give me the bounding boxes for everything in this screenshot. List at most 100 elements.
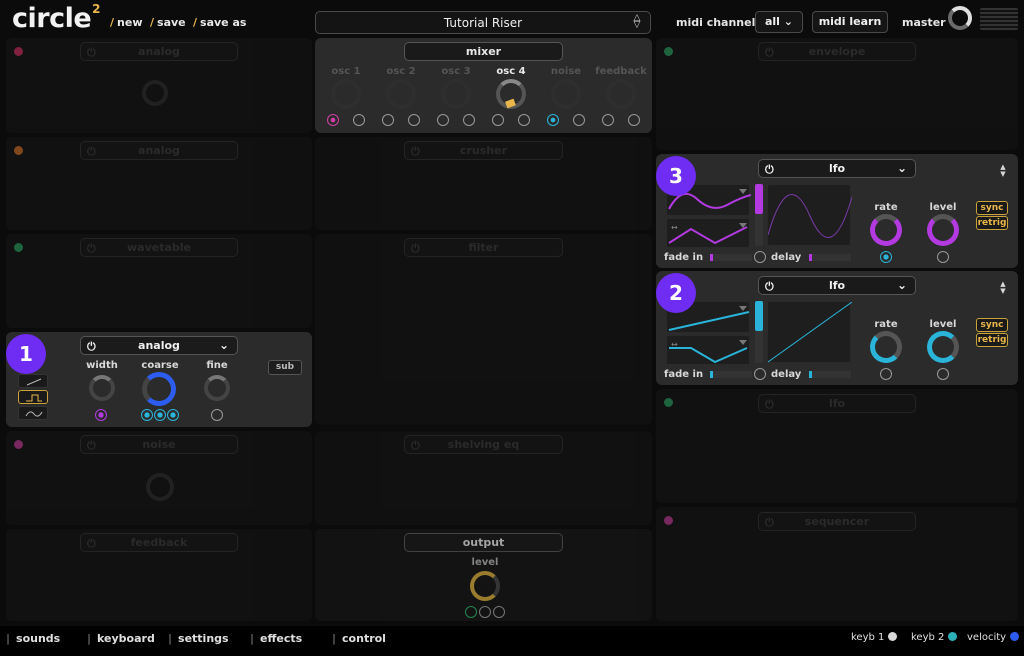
retrig-button[interactable]: retrig — [976, 216, 1008, 230]
module-type-select[interactable]: ⏻ wavetable — [80, 238, 238, 257]
mixer-mod-slot[interactable] — [547, 114, 559, 126]
mixer-channel-knob[interactable] — [606, 79, 636, 109]
module-type-select[interactable]: ⏻ noise — [80, 435, 238, 454]
svg-text:↔: ↔ — [671, 223, 678, 232]
rate-knob[interactable] — [870, 331, 902, 363]
nav-effects[interactable]: | effects — [250, 632, 302, 645]
mixer-channel: osc 1 — [319, 64, 373, 133]
noise-module: ⏻ noise — [6, 431, 312, 525]
rate-mod-slot[interactable] — [880, 368, 892, 380]
lfo-module-4: ⏻ lfo — [656, 389, 1018, 503]
delay-slider[interactable] — [809, 371, 851, 378]
nav-control[interactable]: | control — [332, 632, 386, 645]
mixer-channel-knob[interactable] — [441, 79, 471, 109]
save-link[interactable]: / save — [150, 16, 186, 29]
width-mod-slot[interactable] — [95, 409, 107, 421]
module-type-select[interactable]: ⏻ crusher — [404, 141, 563, 160]
chevron-down-icon: ⌄ — [896, 278, 907, 292]
power-icon: ⏻ — [87, 537, 96, 550]
coarse-knob[interactable] — [142, 372, 176, 406]
square-wave-button[interactable] — [18, 390, 48, 404]
delay-label: delay — [771, 369, 802, 380]
coarse-mod-slot-3[interactable] — [167, 409, 179, 421]
new-link[interactable]: / new — [110, 16, 143, 29]
nav-settings[interactable]: | settings — [168, 632, 229, 645]
preset-selector[interactable]: Tutorial Riser △ ▽ — [315, 11, 651, 34]
osc-module-1: ⏻ analog — [6, 38, 312, 133]
level-knob[interactable] — [927, 214, 959, 246]
mixer-mod-slot[interactable] — [518, 114, 530, 126]
delay-slider[interactable] — [809, 254, 851, 261]
rate-knob[interactable] — [870, 214, 902, 246]
nav-sounds[interactable]: | sounds — [6, 632, 60, 645]
module-type-select[interactable]: ⏻ envelope — [758, 42, 916, 61]
lfo-polarity-selector[interactable]: ↔ — [666, 335, 750, 365]
sine-wave-button[interactable] — [18, 406, 48, 420]
retrig-button[interactable]: retrig — [976, 333, 1008, 347]
save-as-link[interactable]: / save as — [193, 16, 246, 29]
app-logo: circle2 — [12, 2, 101, 34]
module-type-select[interactable]: ⏻ shelving eq — [404, 435, 563, 454]
mixer-mod-slot[interactable] — [463, 114, 475, 126]
coarse-mod-slot-2[interactable] — [154, 409, 166, 421]
fade-in-slider[interactable] — [710, 371, 752, 378]
module-type-select[interactable]: ⏻ lfo — [758, 394, 916, 413]
status-dot — [664, 516, 673, 525]
mixer-mod-slot[interactable] — [602, 114, 614, 126]
sync-button[interactable]: sync — [976, 318, 1008, 332]
level-mod-slot[interactable] — [937, 251, 949, 263]
module-type-select[interactable]: ⏻ filter — [404, 238, 563, 257]
lfo-amount-slider[interactable] — [755, 184, 763, 246]
sync-button[interactable]: sync — [976, 201, 1008, 215]
lfo-polarity-selector[interactable]: ↔ — [666, 218, 750, 248]
mixer-mod-slot[interactable] — [327, 114, 339, 126]
up-down-icon[interactable]: ▲ ▼ — [998, 164, 1008, 178]
level-knob[interactable] — [927, 331, 959, 363]
fade-mod-slot[interactable] — [754, 368, 766, 380]
module-type-select[interactable]: ⏻ analog — [80, 42, 238, 61]
level-mod-slot[interactable] — [937, 368, 949, 380]
module-type-select[interactable]: ⏻ analog — [80, 141, 238, 160]
master-level-meter — [980, 8, 1018, 30]
noise-knob[interactable] — [146, 473, 174, 501]
fine-mod-slot[interactable] — [211, 409, 223, 421]
module-type-select[interactable]: ⏻ sequencer — [758, 512, 916, 531]
mixer-mod-slot[interactable] — [492, 114, 504, 126]
coarse-mod-slot-1[interactable] — [141, 409, 153, 421]
width-knob[interactable] — [89, 375, 115, 401]
lfo-type-select[interactable]: ⏻ lfo ⌄ — [758, 276, 916, 295]
rate-mod-slot[interactable] — [880, 251, 892, 263]
output-level-knob[interactable] — [470, 571, 500, 601]
output-mod-slot-2[interactable] — [479, 606, 491, 618]
midi-learn-button[interactable]: midi learn — [812, 11, 888, 33]
sub-button[interactable]: sub — [268, 360, 302, 375]
mixer-mod-slot[interactable] — [382, 114, 394, 126]
fade-in-slider[interactable] — [710, 254, 752, 261]
module-type-select[interactable]: ⏻ feedback — [80, 533, 238, 552]
midi-channel-select[interactable]: all ⌄ — [755, 11, 803, 33]
lfo-type-select[interactable]: ⏻ lfo ⌄ — [758, 159, 916, 178]
power-icon: ⏻ — [765, 163, 774, 176]
mixer-mod-slot[interactable] — [573, 114, 585, 126]
mixer-channel-knob[interactable] — [551, 79, 581, 109]
mixer-mod-slot[interactable] — [353, 114, 365, 126]
shelving-eq-module: ⏻ shelving eq — [315, 431, 652, 525]
master-volume-knob[interactable] — [948, 6, 972, 30]
mixer-channel-knob[interactable] — [386, 79, 416, 109]
coarse-knob[interactable] — [142, 80, 168, 106]
output-mod-slot-1[interactable] — [465, 606, 477, 618]
fade-mod-slot[interactable] — [754, 251, 766, 263]
mixer-mod-slot[interactable] — [437, 114, 449, 126]
fine-knob[interactable] — [204, 375, 230, 401]
up-down-icon[interactable]: ▲ ▼ — [998, 281, 1008, 295]
mixer-mod-slot[interactable] — [628, 114, 640, 126]
mixer-mod-slot[interactable] — [408, 114, 420, 126]
osc-type-select[interactable]: ⏻ analog ⌄ — [80, 336, 238, 355]
saw-wave-button[interactable] — [18, 374, 48, 388]
mixer-channel-knob[interactable] — [331, 79, 361, 109]
lfo-module-3: ⏻ lfo ⌄ ▲ ▼ ↔ fade in delay rate level sy… — [656, 154, 1018, 268]
nav-keyboard[interactable]: | keyboard — [87, 632, 155, 645]
legend-keyb-1: keyb 1 — [851, 632, 898, 643]
output-mod-slot-3[interactable] — [493, 606, 505, 618]
lfo-amount-slider[interactable] — [755, 301, 763, 363]
